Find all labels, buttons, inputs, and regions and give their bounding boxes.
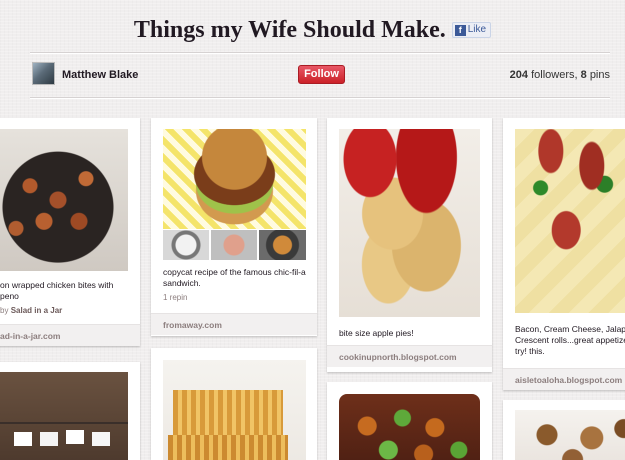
divider-bottom bbox=[30, 97, 610, 99]
pin-card[interactable]: Bacon, Cream Cheese, Jalape Crescent rol… bbox=[503, 118, 625, 390]
pin-card[interactable] bbox=[327, 382, 492, 460]
followers-label[interactable]: followers, bbox=[531, 69, 577, 81]
pin-description: bite size apple pies! bbox=[339, 328, 414, 338]
pin-description: copycat recipe of the famous chic-fil-a … bbox=[163, 267, 308, 289]
pin-description-line: try! this. bbox=[515, 346, 545, 356]
pin-description-line: sandwich. bbox=[163, 278, 201, 288]
pin-description: on wrapped chicken bites with peno bbox=[0, 280, 135, 302]
owner-bar: Matthew Blake Follow 204 followers, 8 pi… bbox=[30, 60, 610, 90]
followers-count[interactable]: 204 bbox=[510, 69, 528, 81]
pin-attribution: by Salad in a Jar bbox=[0, 306, 62, 315]
facebook-icon: f bbox=[454, 25, 466, 37]
follow-button[interactable]: Follow bbox=[298, 65, 345, 84]
pin-description-line: Crescent rolls...great appetizer bbox=[515, 335, 625, 345]
attribution-prefix: by bbox=[0, 306, 9, 315]
pin-source-link[interactable]: cookinupnorth.blogspot.com bbox=[327, 345, 492, 367]
board-title-bar: Things my Wife Should Make. f Like bbox=[0, 16, 625, 44]
divider-top bbox=[30, 52, 610, 54]
pin-image[interactable] bbox=[515, 129, 625, 313]
pin-thumbnail[interactable] bbox=[211, 230, 257, 260]
pin-image[interactable] bbox=[0, 129, 128, 271]
pin-card[interactable] bbox=[0, 362, 140, 460]
facebook-like-button[interactable]: f Like bbox=[451, 22, 492, 39]
pin-description-line: Bacon, Cream Cheese, Jalape bbox=[515, 324, 625, 334]
avatar[interactable] bbox=[32, 62, 55, 85]
like-label: Like bbox=[467, 24, 487, 36]
pin-source-link[interactable]: ad-in-a-jar.com bbox=[0, 324, 140, 346]
pin-card[interactable]: copycat recipe of the famous chic-fil-a … bbox=[151, 118, 317, 336]
pin-image[interactable] bbox=[515, 410, 625, 460]
pin-card[interactable] bbox=[503, 400, 625, 460]
pin-source-link[interactable]: fromaway.com bbox=[151, 313, 317, 335]
pins-count[interactable]: 8 bbox=[581, 69, 587, 81]
pin-image[interactable] bbox=[339, 394, 480, 460]
attribution-user-link[interactable]: Salad in a Jar bbox=[11, 306, 63, 315]
pins-label[interactable]: pins bbox=[590, 69, 610, 81]
pin-source-link[interactable]: aisletoaloha.blogspot.com bbox=[503, 368, 625, 390]
board-title: Things my Wife Should Make. bbox=[133, 16, 446, 43]
owner-name-link[interactable]: Matthew Blake bbox=[62, 69, 138, 81]
pin-card[interactable]: on wrapped chicken bites with peno by Sa… bbox=[0, 118, 140, 346]
pin-image[interactable] bbox=[163, 129, 306, 229]
pin-image[interactable] bbox=[163, 360, 306, 460]
pin-card[interactable] bbox=[151, 348, 317, 460]
pin-description-line: on wrapped chicken bites with bbox=[0, 280, 114, 290]
pin-image[interactable] bbox=[339, 129, 480, 317]
board-stats: 204 followers, 8 pins bbox=[510, 69, 610, 81]
pin-card[interactable]: bite size apple pies! cookinupnorth.blog… bbox=[327, 118, 492, 372]
pin-thumbnail[interactable] bbox=[259, 230, 306, 260]
pin-description: Bacon, Cream Cheese, Jalape Crescent rol… bbox=[515, 324, 625, 357]
pin-repins[interactable]: 1 repin bbox=[163, 293, 187, 302]
pin-description-line: copycat recipe of the famous chic-fil-a bbox=[163, 267, 306, 277]
pin-image[interactable] bbox=[0, 372, 128, 460]
pin-thumbnail[interactable] bbox=[163, 230, 209, 260]
pin-description-line: peno bbox=[0, 291, 19, 301]
